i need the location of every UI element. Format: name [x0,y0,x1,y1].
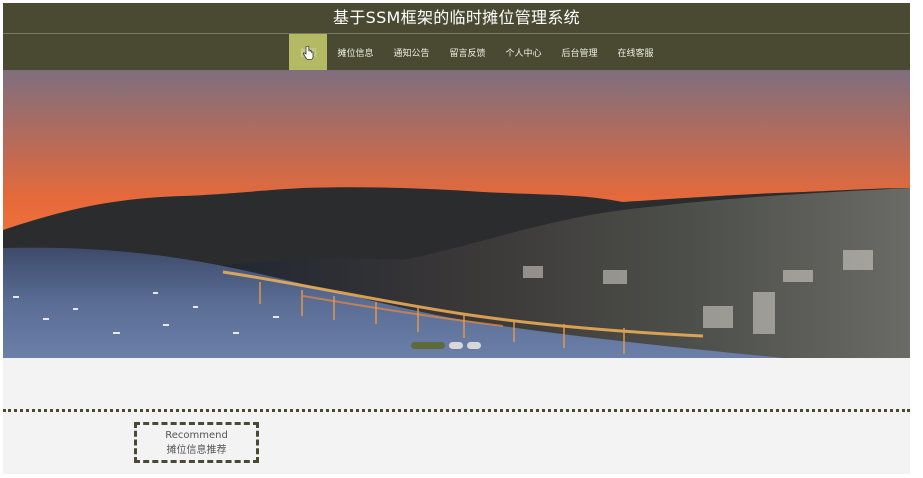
carousel-indicators [411,342,481,349]
nav-items: 首页 摊位信息 通知公告 留言反馈 个人中心 后台管理 在线客服 [289,34,663,70]
carousel-dot-2[interactable] [449,342,463,349]
banner-image [3,70,910,358]
recommend-title-cn: 摊位信息推荐 [166,445,227,456]
nav-item-admin[interactable]: 后台管理 [552,34,608,70]
banner-carousel[interactable] [3,70,910,358]
page: 基于SSM框架的临时摊位管理系统 首页 摊位信息 通知公告 留言反馈 个人中心 … [0,0,923,478]
site-title: 基于SSM框架的临时摊位管理系统 [3,3,910,34]
main-nav: 首页 摊位信息 通知公告 留言反馈 个人中心 后台管理 在线客服 [3,34,910,70]
section-divider [3,409,910,412]
nav-item-online-service[interactable]: 在线客服 [608,34,664,70]
carousel-dot-1[interactable] [411,342,445,349]
nav-item-home[interactable]: 首页 [289,34,328,70]
recommend-heading: Recommend 摊位信息推荐 [134,422,259,463]
nav-item-personal-center[interactable]: 个人中心 [496,34,552,70]
nav-item-stall-info[interactable]: 摊位信息 [327,34,383,70]
recommend-title-en: Recommend [165,430,228,441]
nav-item-notices[interactable]: 通知公告 [383,34,439,70]
hand-cursor-icon [303,46,314,60]
carousel-dot-3[interactable] [467,342,481,349]
nav-item-feedback[interactable]: 留言反馈 [439,34,495,70]
